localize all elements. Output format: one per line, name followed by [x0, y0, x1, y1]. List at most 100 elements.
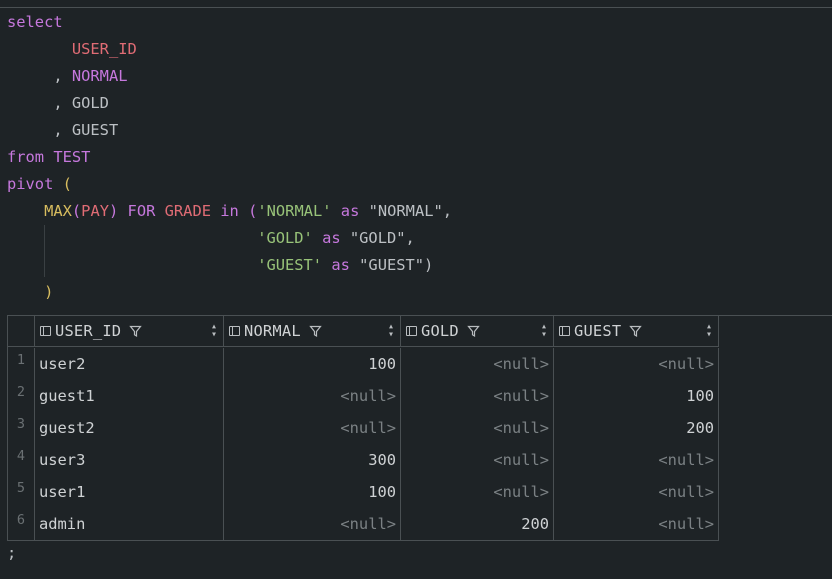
table-cell[interactable]: 200: [554, 412, 719, 444]
table-cell[interactable]: guest2: [35, 412, 224, 444]
filter-icon[interactable]: [629, 325, 643, 338]
table-cell[interactable]: <null>: [401, 444, 554, 476]
table-cell[interactable]: 200: [401, 508, 554, 540]
table-cell[interactable]: user2: [35, 348, 224, 380]
table-cell[interactable]: user3: [35, 444, 224, 476]
column-header-user-id[interactable]: USER_ID ▴ ▾: [35, 316, 224, 347]
code-line[interactable]: 'GOLD' as "GOLD",: [7, 225, 452, 252]
code-line[interactable]: 'GUEST' as "GUEST"): [7, 252, 452, 279]
code-line[interactable]: MAX(PAY) FOR GRADE in ('NORMAL' as "NORM…: [7, 198, 452, 225]
code-line[interactable]: pivot (: [7, 171, 452, 198]
code-token: FOR: [127, 202, 156, 220]
column-header-label: GUEST: [574, 322, 622, 340]
table-row[interactable]: 5 user1 100 <null> <null>: [8, 476, 719, 508]
code-token: 'GOLD': [257, 229, 313, 247]
filter-icon[interactable]: [309, 325, 322, 338]
column-header-guest[interactable]: GUEST ▴ ▾: [554, 316, 719, 347]
table-cell[interactable]: <null>: [224, 508, 401, 540]
code-token: 'NORMAL': [257, 202, 332, 220]
table-cell[interactable]: <null>: [401, 476, 554, 508]
table-cell[interactable]: 300: [224, 444, 401, 476]
code-token: GUEST: [71, 121, 119, 139]
code-token: MAX: [44, 202, 72, 220]
code-token: ,: [7, 94, 72, 112]
code-token: GRADE: [164, 202, 211, 220]
table-cell[interactable]: <null>: [224, 380, 401, 412]
code-token: pivot: [7, 175, 54, 193]
table-cell[interactable]: user1: [35, 476, 224, 508]
column-header-gold[interactable]: GOLD ▴ ▾: [401, 316, 554, 347]
sort-icon[interactable]: ▴ ▾: [211, 322, 217, 340]
code-token: TEST: [53, 148, 91, 166]
table-cell[interactable]: <null>: [224, 412, 401, 444]
filter-icon[interactable]: [129, 325, 143, 338]
code-line[interactable]: , NORMAL: [7, 63, 452, 90]
sort-icon[interactable]: ▴ ▾: [706, 322, 712, 340]
table-cell[interactable]: <null>: [401, 380, 554, 412]
code-line[interactable]: ): [7, 279, 452, 306]
code-line[interactable]: , GUEST: [7, 117, 452, 144]
row-number: 2: [8, 380, 35, 412]
row-number: 5: [8, 476, 35, 508]
table-cell[interactable]: <null>: [554, 444, 719, 476]
code-token: "GOLD",: [340, 229, 415, 247]
code-token: GOLD: [71, 94, 109, 112]
code-token: USER_ID: [71, 40, 137, 58]
table-cell[interactable]: <null>: [554, 348, 719, 380]
code-token: 'GUEST': [257, 256, 323, 274]
code-token: as: [331, 256, 350, 274]
table-cell[interactable]: <null>: [554, 508, 719, 540]
column-icon: [40, 326, 51, 336]
table-cell[interactable]: guest1: [35, 380, 224, 412]
results-table[interactable]: USER_ID ▴ ▾ NORMAL ▴ ▾ GOLD ▴ ▾ GUEST ▴ ▾ 1u…: [7, 315, 719, 541]
code-line[interactable]: from TEST: [7, 144, 452, 171]
code-line[interactable]: , GOLD: [7, 90, 452, 117]
code-token: in: [220, 202, 239, 220]
table-cell[interactable]: 100: [554, 380, 719, 412]
table-cell[interactable]: 100: [224, 348, 401, 380]
code-token: "NORMAL",: [359, 202, 453, 220]
code-token: PAY: [81, 202, 109, 220]
table-cell[interactable]: 100: [224, 476, 401, 508]
table-cell[interactable]: <null>: [554, 476, 719, 508]
table-row[interactable]: 6 admin <null> 200 <null>: [8, 508, 719, 540]
code-token: as: [340, 202, 360, 220]
sort-icon[interactable]: ▴ ▾: [541, 322, 547, 340]
code-token: (: [71, 202, 82, 220]
code-token: "GUEST"): [349, 256, 434, 274]
table-cell[interactable]: <null>: [401, 348, 554, 380]
code-token: from: [7, 148, 45, 166]
row-number: 4: [8, 444, 35, 476]
column-header-normal[interactable]: NORMAL ▴ ▾: [224, 316, 401, 347]
code-token: NORMAL: [71, 67, 128, 85]
column-icon: [406, 326, 417, 336]
sql-editor[interactable]: select USER_ID , NORMAL , GOLD , GUEST fr…: [7, 9, 452, 306]
table-row[interactable]: 3 guest2 <null> <null> 200: [8, 412, 719, 444]
column-header-label: NORMAL: [244, 322, 301, 340]
row-number: 3: [8, 412, 35, 444]
table-cell[interactable]: <null>: [401, 412, 554, 444]
editor-top-border: [0, 7, 832, 8]
code-line[interactable]: select: [7, 9, 452, 36]
sort-icon[interactable]: ▴ ▾: [388, 322, 394, 340]
code-line[interactable]: USER_ID: [7, 36, 452, 63]
statement-terminator: ;: [7, 544, 17, 562]
table-row[interactable]: 2 guest1 <null> <null> 100: [8, 380, 719, 412]
table-row[interactable]: 1 user2 100 <null> <null>: [8, 348, 719, 380]
column-header-label: USER_ID: [55, 322, 122, 340]
indent-guide: [44, 225, 45, 277]
row-number: 1: [8, 348, 35, 380]
row-number: 6: [8, 508, 35, 540]
column-icon: [559, 326, 570, 336]
code-token: select: [7, 13, 63, 31]
table-body: 1 user2 100 <null> <null> 2 guest1 <null> <null>…: [8, 348, 719, 540]
table-cell[interactable]: admin: [35, 508, 224, 540]
filter-icon[interactable]: [467, 325, 480, 338]
table-row[interactable]: 4 user3 300 <null> <null>: [8, 444, 719, 476]
